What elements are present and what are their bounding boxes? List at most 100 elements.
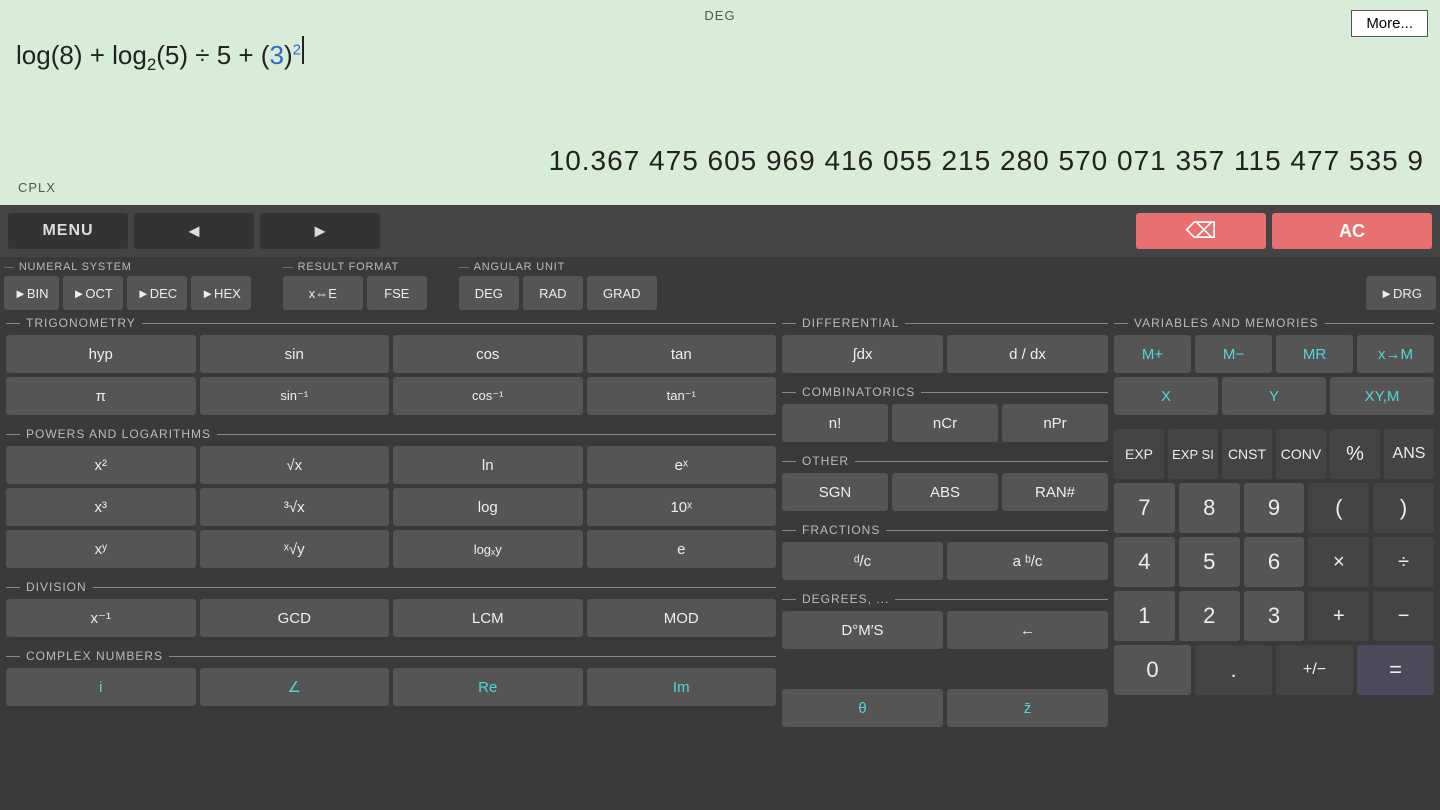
- numpad-row-4: 4 5 6 × ÷: [1114, 537, 1434, 587]
- theta-button[interactable]: θ: [782, 689, 943, 727]
- conv-button[interactable]: CONV: [1276, 429, 1326, 479]
- deg-button[interactable]: DEG: [459, 276, 519, 310]
- tan-inv-button[interactable]: tan⁻¹: [587, 377, 777, 415]
- e-button[interactable]: e: [587, 530, 777, 568]
- num1-button[interactable]: 1: [1114, 591, 1175, 641]
- ac-button[interactable]: AC: [1272, 213, 1432, 249]
- tan-button[interactable]: tan: [587, 335, 777, 373]
- lcm-button[interactable]: LCM: [393, 599, 583, 637]
- d-dx-button[interactable]: d / dx: [947, 335, 1108, 373]
- bottom-area: TRIGONOMETRY hyp sin cos tan π sin⁻¹ cos…: [0, 312, 1440, 810]
- x3-button[interactable]: x³: [6, 488, 196, 526]
- re-button[interactable]: Re: [393, 668, 583, 706]
- backspace-button[interactable]: ⌫: [1136, 213, 1266, 249]
- sqrt-button[interactable]: √x: [200, 446, 390, 484]
- back-deg-button[interactable]: ←: [947, 611, 1108, 649]
- cbrt-button[interactable]: ³√x: [200, 488, 390, 526]
- equals-button[interactable]: =: [1357, 645, 1434, 695]
- menu-button[interactable]: MENU: [8, 213, 128, 249]
- ln-button[interactable]: ln: [393, 446, 583, 484]
- num4-button[interactable]: 4: [1114, 537, 1175, 587]
- xe-button[interactable]: x⇔E: [283, 276, 363, 310]
- middle-column: DIFFERENTIAL ∫dx d / dx COMBINATORICS n!…: [780, 312, 1110, 810]
- dc-button[interactable]: ᵈ/c: [782, 542, 943, 580]
- pow10-button[interactable]: 10ˣ: [587, 488, 777, 526]
- y-button[interactable]: Y: [1222, 377, 1326, 415]
- rparen-button[interactable]: ): [1373, 483, 1434, 533]
- log-button[interactable]: log: [393, 488, 583, 526]
- left-arrow-button[interactable]: ◄: [134, 213, 254, 249]
- xm-button[interactable]: x→M: [1357, 335, 1434, 373]
- num6-button[interactable]: 6: [1244, 537, 1305, 587]
- multiply-button[interactable]: ×: [1308, 537, 1369, 587]
- numpad-row-7: 7 8 9 ( ): [1114, 483, 1434, 533]
- im-button[interactable]: Im: [587, 668, 777, 706]
- mod-button[interactable]: MOD: [587, 599, 777, 637]
- gcd-button[interactable]: GCD: [200, 599, 390, 637]
- i-button[interactable]: i: [6, 668, 196, 706]
- cos-button[interactable]: cos: [393, 335, 583, 373]
- zbar-button[interactable]: z̄: [947, 689, 1108, 727]
- lparen-button[interactable]: (: [1308, 483, 1369, 533]
- angle-button[interactable]: ∠: [200, 668, 390, 706]
- ran-button[interactable]: RAN#: [1002, 473, 1108, 511]
- npr-button[interactable]: nPr: [1002, 404, 1108, 442]
- yrtx-button[interactable]: ˣ√y: [200, 530, 390, 568]
- xym-button[interactable]: XY,M: [1330, 377, 1434, 415]
- mminus-button[interactable]: M−: [1195, 335, 1272, 373]
- exp-si-button[interactable]: EXP SI: [1168, 429, 1218, 479]
- x2-button[interactable]: x²: [6, 446, 196, 484]
- ans-button[interactable]: ANS: [1384, 429, 1434, 479]
- minus-button[interactable]: −: [1373, 591, 1434, 641]
- oct-button[interactable]: ►OCT: [63, 276, 123, 310]
- bin-button[interactable]: ►BIN: [4, 276, 59, 310]
- complex-extra-section: θ z̄: [782, 661, 1108, 731]
- rad-button[interactable]: RAD: [523, 276, 583, 310]
- plus-button[interactable]: +: [1308, 591, 1369, 641]
- pi-button[interactable]: π: [6, 377, 196, 415]
- nfact-button[interactable]: n!: [782, 404, 888, 442]
- right-arrow-button[interactable]: ►: [260, 213, 380, 249]
- percent-button[interactable]: %: [1330, 429, 1380, 479]
- decimal-button[interactable]: .: [1195, 645, 1272, 695]
- hex-button[interactable]: ►HEX: [191, 276, 251, 310]
- abdc-button[interactable]: a ᵇ/c: [947, 542, 1108, 580]
- xy-button[interactable]: xʸ: [6, 530, 196, 568]
- frac-label: FRACTIONS: [782, 523, 1108, 537]
- divide-button[interactable]: ÷: [1373, 537, 1434, 587]
- other-section: OTHER SGN ABS RAN#: [782, 454, 1108, 515]
- sin-inv-button[interactable]: sin⁻¹: [200, 377, 390, 415]
- x-button[interactable]: X: [1114, 377, 1218, 415]
- hyp-button[interactable]: hyp: [6, 335, 196, 373]
- drg-button[interactable]: ►DRG: [1366, 276, 1436, 310]
- num7-button[interactable]: 7: [1114, 483, 1175, 533]
- exp-button[interactable]: EXP: [1114, 429, 1164, 479]
- abs-button[interactable]: ABS: [892, 473, 998, 511]
- more-button[interactable]: More...: [1351, 10, 1428, 37]
- controls-row: MENU ◄ ► ⌫ AC: [0, 205, 1440, 257]
- ex-button[interactable]: eˣ: [587, 446, 777, 484]
- sin-button[interactable]: sin: [200, 335, 390, 373]
- dms-button[interactable]: D°M′S: [782, 611, 943, 649]
- cos-inv-button[interactable]: cos⁻¹: [393, 377, 583, 415]
- num2-button[interactable]: 2: [1179, 591, 1240, 641]
- ncr-button[interactable]: nCr: [892, 404, 998, 442]
- plusminus-button[interactable]: +/−: [1276, 645, 1353, 695]
- deg-sec-label: DEGREES, ...: [782, 592, 1108, 606]
- xinv-button[interactable]: x⁻¹: [6, 599, 196, 637]
- dec-button[interactable]: ►DEC: [127, 276, 187, 310]
- combinatorics-section: COMBINATORICS n! nCr nPr: [782, 385, 1108, 446]
- num0-button[interactable]: 0: [1114, 645, 1191, 695]
- mplus-button[interactable]: M+: [1114, 335, 1191, 373]
- num9-button[interactable]: 9: [1244, 483, 1305, 533]
- num8-button[interactable]: 8: [1179, 483, 1240, 533]
- num5-button[interactable]: 5: [1179, 537, 1240, 587]
- logxy-button[interactable]: logₓy: [393, 530, 583, 568]
- grad-button[interactable]: GRAD: [587, 276, 657, 310]
- mr-button[interactable]: MR: [1276, 335, 1353, 373]
- fse-button[interactable]: FSE: [367, 276, 427, 310]
- cnst-button[interactable]: CNST: [1222, 429, 1272, 479]
- sgn-button[interactable]: SGN: [782, 473, 888, 511]
- int-dx-button[interactable]: ∫dx: [782, 335, 943, 373]
- num3-button[interactable]: 3: [1244, 591, 1305, 641]
